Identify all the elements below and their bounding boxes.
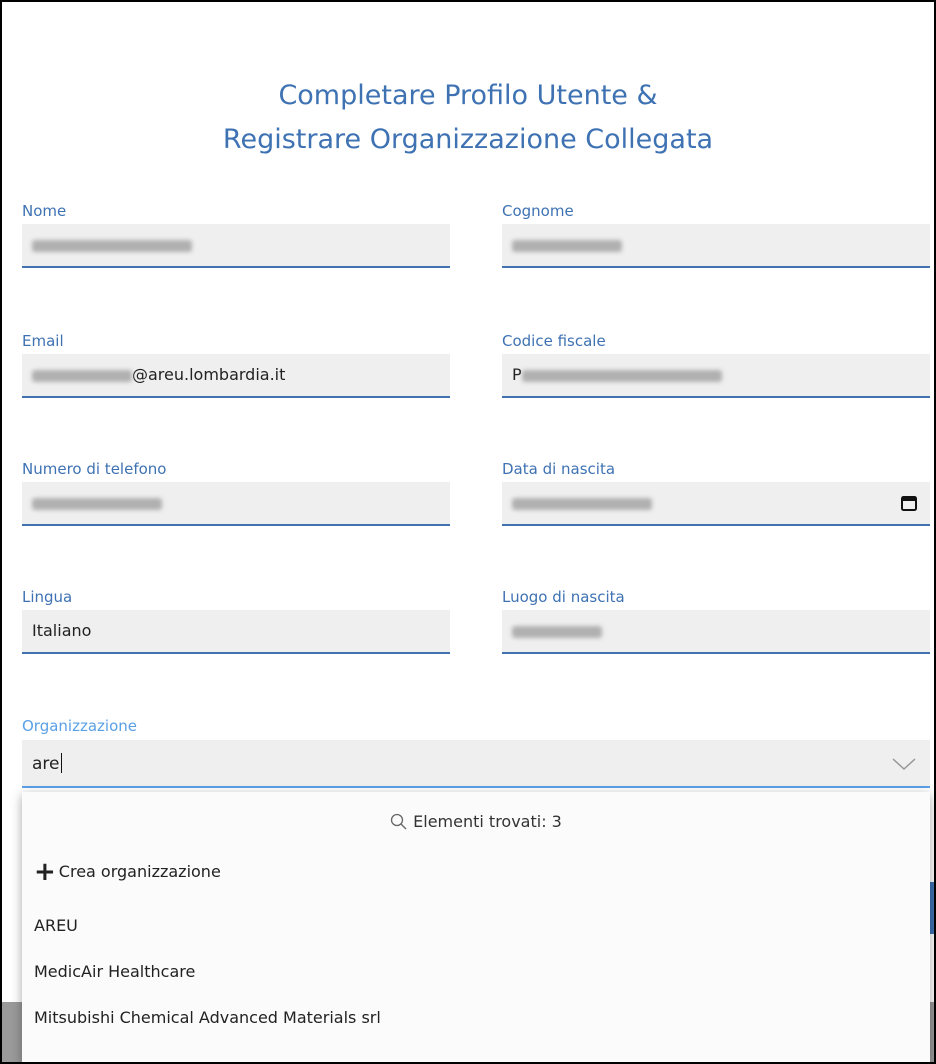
nome-input[interactable] — [22, 224, 450, 268]
email-domain: @areu.lombardia.it — [132, 365, 286, 384]
create-organizzazione-label: Crea organizzazione — [58, 862, 221, 881]
modal-frame: Completare Profilo Utente & Registrare O… — [0, 0, 936, 1064]
dropdown-option[interactable]: Mitsubishi Chemical Advanced Materials s… — [34, 1008, 381, 1027]
organizzazione-dropdown: Elementi trovati: 3 + Crea organizzazione… — [22, 792, 930, 1062]
cognome-label: Cognome — [502, 202, 574, 220]
organizzazione-combobox[interactable]: are — [22, 740, 930, 788]
email-input[interactable]: @areu.lombardia.it — [22, 354, 450, 398]
telefono-input[interactable] — [22, 482, 450, 526]
calendar-icon[interactable] — [900, 494, 918, 516]
text-caret — [60, 753, 62, 773]
organizzazione-label: Organizzazione — [22, 717, 137, 735]
luogo-nascita-value-blurred — [512, 621, 602, 640]
dropdown-option[interactable]: AREU — [34, 916, 78, 935]
nome-value-blurred — [32, 235, 192, 254]
create-organizzazione-option[interactable]: + Crea organizzazione — [34, 857, 221, 887]
telefono-label: Numero di telefono — [22, 460, 167, 478]
lingua-field: Lingua Italiano — [22, 588, 450, 658]
telefono-field: Numero di telefono — [22, 460, 450, 530]
dropdown-option[interactable]: MedicAir Healthcare — [34, 962, 195, 981]
luogo-nascita-label: Luogo di nascita — [502, 588, 625, 606]
data-nascita-label: Data di nascita — [502, 460, 616, 478]
cognome-field: Cognome — [502, 202, 930, 272]
results-count-text: Elementi trovati: 3 — [413, 812, 562, 831]
results-count: Elementi trovati: 3 — [22, 812, 930, 831]
title-line-2: Registrare Organizzazione Collegata — [222, 124, 714, 155]
codice-fiscale-label: Codice fiscale — [502, 332, 606, 350]
page-title: Completare Profilo Utente & Registrare O… — [2, 74, 934, 162]
luogo-nascita-field: Luogo di nascita — [502, 588, 930, 658]
codice-fiscale-input[interactable]: P — [502, 354, 930, 398]
lingua-select[interactable]: Italiano — [22, 610, 450, 654]
cognome-input[interactable] — [502, 224, 930, 268]
nome-field: Nome — [22, 202, 450, 272]
data-nascita-field: Data di nascita — [502, 460, 930, 530]
organizzazione-input[interactable]: are — [32, 753, 62, 774]
cognome-value-blurred — [512, 235, 622, 254]
luogo-nascita-input[interactable] — [502, 610, 930, 654]
lingua-value: Italiano — [32, 621, 92, 640]
organizzazione-input-value: are — [32, 754, 60, 774]
lingua-label: Lingua — [22, 588, 73, 606]
telefono-value-blurred — [32, 493, 162, 512]
search-icon — [390, 813, 407, 830]
nome-label: Nome — [22, 202, 67, 220]
chevron-down-icon[interactable] — [892, 756, 916, 775]
data-nascita-value-blurred — [512, 493, 652, 512]
email-value: @areu.lombardia.it — [32, 365, 285, 384]
codice-fiscale-field: Codice fiscale P — [502, 332, 930, 402]
email-field: Email @areu.lombardia.it — [22, 332, 450, 402]
codice-fiscale-value: P — [512, 365, 722, 384]
plus-icon: + — [34, 857, 56, 887]
email-label: Email — [22, 332, 64, 350]
codice-fiscale-first-char: P — [512, 365, 522, 384]
data-nascita-input[interactable] — [502, 482, 930, 526]
title-line-1: Completare Profilo Utente & — [278, 80, 658, 111]
